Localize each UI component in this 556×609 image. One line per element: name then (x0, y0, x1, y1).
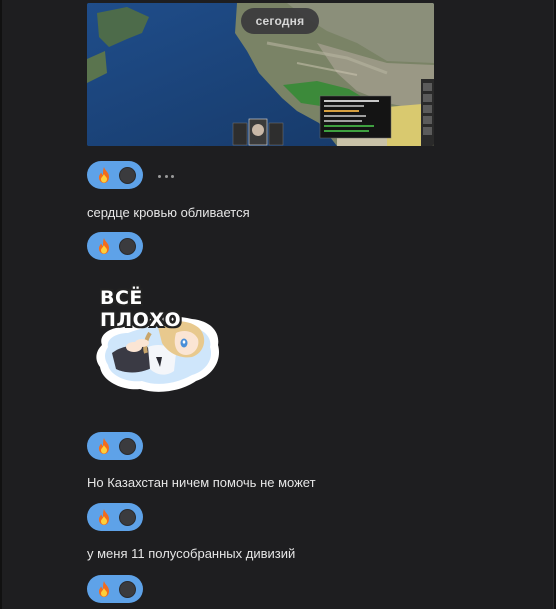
fire-icon (94, 165, 114, 185)
image-message[interactable]: сегодня (87, 3, 434, 146)
chat-view: сегодня сердце кровью обливается ВСЁ ПЛО… (0, 0, 556, 609)
reactor-avatar (119, 237, 136, 255)
reactor-avatar (119, 508, 136, 526)
message-text: у меня 11 полусобранных дивизий (87, 546, 296, 561)
more-options-icon[interactable] (158, 169, 174, 183)
reactor-avatar (119, 580, 136, 598)
reaction-chip[interactable] (87, 432, 143, 460)
reaction-chip[interactable] (87, 161, 143, 189)
sticker-caption: ВСЁ ПЛОХО (100, 287, 182, 331)
reaction-chip[interactable] (87, 503, 143, 531)
panel-divider (0, 0, 2, 609)
reaction-chip[interactable] (87, 232, 143, 260)
reactor-avatar (119, 437, 136, 455)
sticker-message[interactable]: ВСЁ ПЛОХО (92, 283, 228, 401)
fire-icon (94, 436, 114, 456)
fire-icon (94, 507, 114, 527)
date-separator: сегодня (241, 8, 319, 34)
message-text: сердце кровью обливается (87, 205, 250, 220)
message-text: Но Казахстан ничем помочь не может (87, 475, 316, 490)
fire-icon (94, 236, 114, 256)
fire-icon (94, 579, 114, 599)
reactor-avatar (119, 166, 136, 184)
reaction-chip[interactable] (87, 575, 143, 603)
